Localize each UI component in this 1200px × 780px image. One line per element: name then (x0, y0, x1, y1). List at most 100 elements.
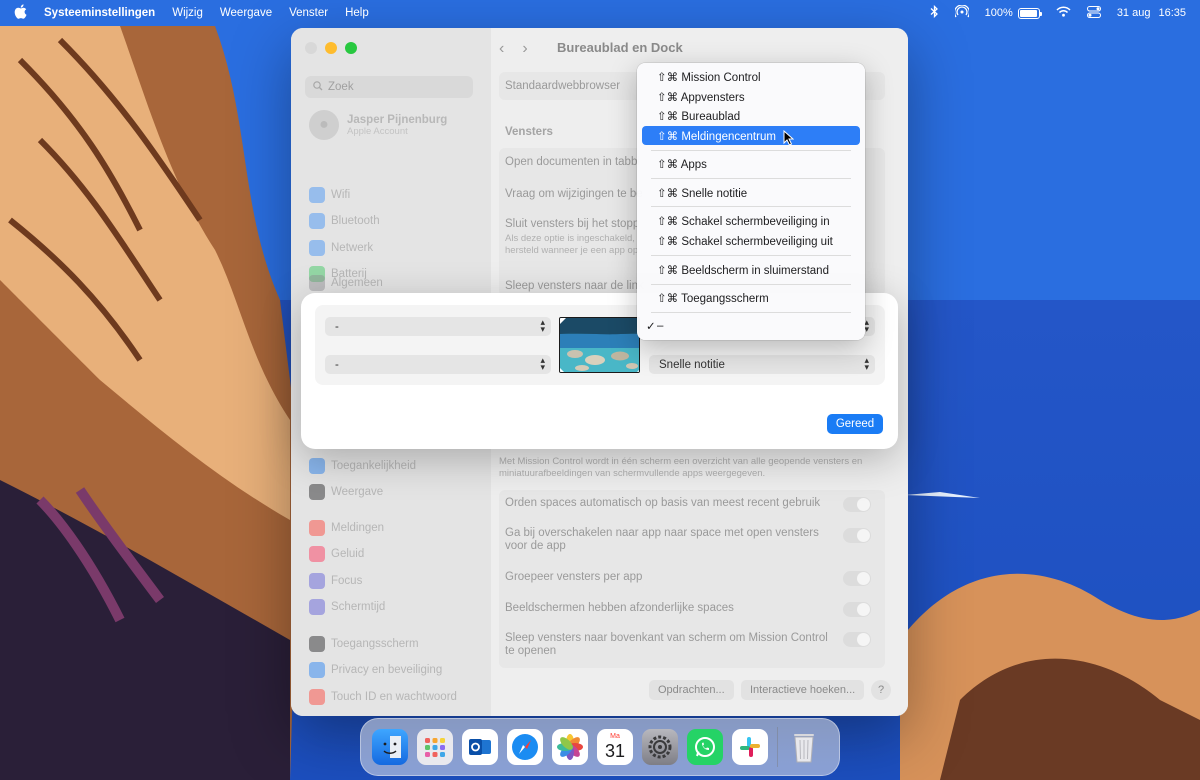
search-placeholder: Zoek (328, 81, 354, 93)
select-value: - (335, 358, 339, 371)
menu-item-notification-center[interactable]: ⇧⌘ Meldingencentrum (642, 126, 860, 145)
menu-view[interactable]: Weergave (220, 7, 272, 19)
bottom-right-corner-select[interactable]: Snelle notitie ▴ ▾ (649, 355, 875, 374)
menu-separator (651, 312, 851, 313)
battery-percentage: 100% (984, 7, 1013, 19)
toggle-row-label: Groepeer vensters per app (505, 571, 643, 583)
back-chevron-icon[interactable]: ‹ (499, 40, 504, 58)
appearance-icon (309, 484, 325, 501)
menu-item-disable-screensaver[interactable]: ⇧⌘ Schakel schermbeveiliging uit (642, 231, 860, 250)
open-docs-label: Open documenten in tabbl (505, 156, 640, 168)
bottom-left-corner-select[interactable]: - ▴ ▾ (325, 355, 551, 374)
menu-item-display-sleep[interactable]: ⇧⌘ Beeldscherm in sluimerstand (642, 260, 860, 279)
sidebar-item-label: Toegankelijkheid (331, 460, 417, 473)
battery-status[interactable]: 100% (984, 7, 1043, 19)
menu-separator (651, 150, 851, 151)
mission-control-description: Met Mission Control wordt in één scherm … (499, 456, 885, 486)
airdrop-icon[interactable] (953, 4, 970, 21)
forward-chevron-icon[interactable]: › (522, 40, 527, 58)
navigation-buttons: ‹ › (499, 40, 528, 58)
calendar-icon[interactable]: Ma 31 (597, 729, 633, 765)
sidebar-item-notifications[interactable]: Meldingen (309, 515, 385, 541)
menu-item-lock-screen[interactable]: ⇧⌘ Toegangsscherm (642, 288, 860, 307)
close-windows-desc-line2: hersteld wanneer je een app op (505, 245, 639, 256)
apple-logo-icon[interactable] (14, 4, 28, 22)
menu-window[interactable]: Venster (289, 7, 328, 19)
done-button[interactable]: Gereed (827, 414, 883, 434)
sidebar-search-input[interactable]: Zoek (305, 76, 473, 98)
sidebar-item-accessibility[interactable]: Toegankelijkheid (309, 453, 416, 479)
menu-item-mission-control[interactable]: ⇧⌘ Mission Control (642, 67, 860, 86)
toggle-switch[interactable] (843, 632, 871, 647)
drag-windows-label: Sleep vensters naar de link (505, 280, 644, 292)
menu-item-apps[interactable]: ⇧⌘ Apps (642, 154, 860, 173)
toggle-row-label: Ga bij overschakelen naar app naar space… (505, 527, 819, 552)
sidebar-item-network[interactable]: Netwerk (309, 235, 380, 261)
outlook-icon[interactable] (462, 729, 498, 765)
sidebar-item-appearance[interactable]: Weergave (309, 479, 416, 505)
toggle-row-label: Sleep vensters naar bovenkant van scherm… (505, 632, 828, 657)
launchpad-icon[interactable] (417, 729, 453, 765)
sidebar-item-focus[interactable]: Focus (309, 568, 385, 594)
sidebar-item-sound[interactable]: Geluid (309, 541, 385, 567)
whatsapp-icon[interactable] (687, 729, 723, 765)
mission-control-card: Orden spaces automatisch op basis van me… (499, 490, 885, 668)
menu-separator (651, 284, 851, 285)
default-browser-label: Standaardwebbrowser (505, 80, 621, 92)
zoom-window-button[interactable] (345, 42, 357, 54)
menu-app-name[interactable]: Systeeminstellingen (44, 7, 155, 19)
sidebar-item-label: Algemeen (331, 277, 383, 290)
sidebar-item-bluetooth[interactable]: Bluetooth (309, 208, 380, 234)
calendar-month: Ma (610, 733, 620, 740)
menu-help[interactable]: Help (345, 7, 369, 19)
menu-edit[interactable]: Wijzig (172, 7, 203, 19)
menu-item-desktop[interactable]: ⇧⌘ Bureaublad (642, 106, 860, 125)
sidebar-item-screen-time[interactable]: Schermtijd (309, 594, 385, 620)
help-button[interactable]: ? (871, 680, 891, 700)
top-left-corner-select[interactable]: - ▴ ▾ (325, 317, 551, 336)
user-name: Jasper Pijnenburg (347, 113, 448, 126)
toggle-switch[interactable] (843, 528, 871, 543)
window-controls (305, 42, 357, 54)
finder-icon[interactable] (372, 729, 408, 765)
hand-icon (309, 662, 325, 679)
trash-icon[interactable] (786, 729, 822, 765)
control-center-icon[interactable] (1086, 5, 1101, 21)
bluetooth-icon (309, 213, 325, 230)
slack-icon[interactable] (732, 729, 768, 765)
sidebar-item-label: Bluetooth (331, 215, 380, 228)
clock-date[interactable]: 31 aug (1117, 7, 1151, 19)
dock: Ma 31 (360, 718, 840, 776)
sidebar-item-touch-id[interactable]: Touch ID en wachtwoord (309, 684, 457, 710)
wifi-icon[interactable] (1056, 6, 1071, 20)
hot-corners-button[interactable]: Interactieve hoeken... (741, 680, 865, 700)
clock-time[interactable]: 16:35 (1158, 7, 1186, 19)
select-value: - (335, 320, 339, 333)
toggle-switch[interactable] (843, 571, 871, 586)
toggle-switch[interactable] (843, 497, 871, 512)
photos-icon[interactable] (552, 729, 588, 765)
gear-icon (309, 275, 325, 292)
menu-separator (651, 178, 851, 179)
user-account-item[interactable]: ● Jasper Pijnenburg Apple Account (309, 110, 447, 140)
ask-changes-label: Vraag om wijzigingen te be (505, 188, 643, 200)
bluetooth-icon[interactable] (930, 4, 939, 21)
minimize-window-button[interactable] (325, 42, 337, 54)
menu-item-none[interactable]: ✓ – (642, 316, 860, 335)
hot-corner-action-menu: ⇧⌘ Mission Control ⇧⌘ Appvensters ⇧⌘ Bur… (637, 63, 865, 340)
menu-item-app-windows[interactable]: ⇧⌘ Appvensters (642, 87, 860, 106)
globe-icon (309, 239, 325, 256)
hourglass-icon (309, 599, 325, 616)
sidebar-item-wifi[interactable]: Wifi (309, 182, 380, 208)
toggle-row-label: Beeldschermen hebben afzonderlijke space… (505, 602, 734, 614)
menu-item-start-screensaver[interactable]: ⇧⌘ Schakel schermbeveiliging in (642, 211, 860, 230)
shortcuts-button[interactable]: Opdrachten... (649, 680, 734, 700)
menu-item-quick-note[interactable]: ⇧⌘ Snelle notitie (642, 183, 860, 202)
menu-separator (651, 255, 851, 256)
system-settings-icon[interactable] (642, 729, 678, 765)
toggle-switch[interactable] (843, 602, 871, 617)
close-window-button[interactable] (305, 42, 317, 54)
sidebar-item-lock-screen[interactable]: Toegangsscherm (309, 631, 457, 657)
safari-icon[interactable] (507, 729, 543, 765)
sidebar-item-privacy[interactable]: Privacy en beveiliging (309, 657, 457, 683)
